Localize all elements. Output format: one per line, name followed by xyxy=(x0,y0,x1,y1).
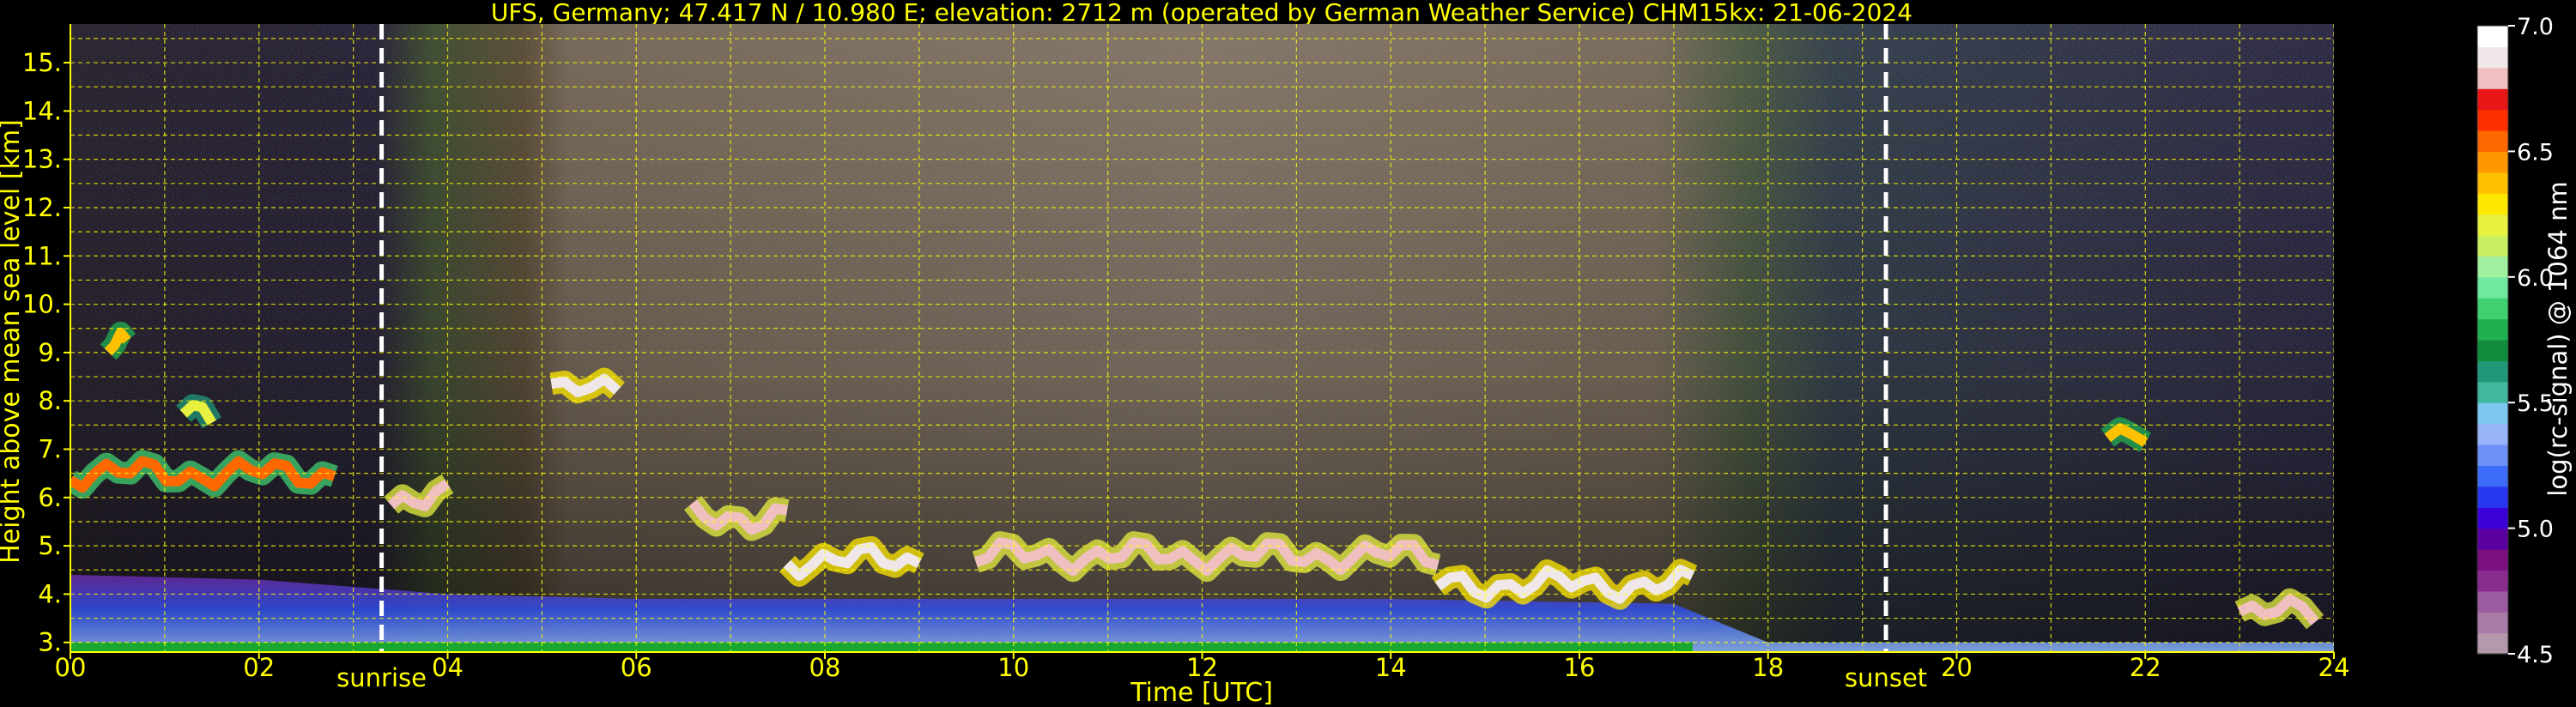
surface-layer xyxy=(70,642,1693,652)
event-label-sunset: sunset xyxy=(1845,663,1927,692)
y-tick-label: 7. xyxy=(38,435,62,464)
colorbar-tick-label: 4.5 xyxy=(2517,642,2554,668)
x-tick-label: 04 xyxy=(432,653,464,682)
plot-area xyxy=(70,24,2334,652)
colorbar-segment xyxy=(2477,570,2508,592)
colorbar-segment xyxy=(2477,465,2508,487)
colorbar-segment xyxy=(2477,360,2508,383)
x-tick-label: 08 xyxy=(809,653,841,682)
colorbar-segment xyxy=(2477,486,2508,508)
colorbar-segment xyxy=(2477,528,2508,550)
x-tick-label: 14 xyxy=(1375,653,1407,682)
colorbar-segment xyxy=(2477,130,2508,152)
y-tick-label: 9. xyxy=(38,338,62,367)
colorbar: 4.55.05.56.06.57.0 xyxy=(2476,14,2554,668)
colorbar-segment xyxy=(2477,88,2508,111)
y-tick-label: 10. xyxy=(22,290,62,319)
colorbar-tick-label: 6.5 xyxy=(2517,139,2554,166)
colorbar-segment xyxy=(2477,381,2508,403)
colorbar-tick-label: 5.0 xyxy=(2517,517,2554,543)
x-tick-label: 02 xyxy=(243,653,275,682)
y-axis-label: Height above mean sea level [km] xyxy=(0,119,26,564)
event-label-sunrise: sunrise xyxy=(336,663,427,692)
colorbar-segment xyxy=(2477,109,2508,131)
y-tick-label: 13. xyxy=(22,145,62,174)
x-tick-label: 22 xyxy=(2130,653,2161,682)
colorbar-segment xyxy=(2477,298,2508,320)
y-tick-label: 15. xyxy=(22,48,62,77)
y-axis: 3. 4. 5. 6. 7. 8. 9. 10. 11. 12. 13. 14. 15. xyxy=(22,24,71,657)
colorbar-segment xyxy=(2477,151,2508,173)
colorbar-segment xyxy=(2477,193,2508,215)
colorbar-tick-label: 7.0 xyxy=(2517,14,2554,40)
colorbar-segment xyxy=(2477,423,2508,445)
x-tick-label: 00 xyxy=(55,653,87,682)
colorbar-segment xyxy=(2477,214,2508,236)
colorbar-segment xyxy=(2477,549,2508,571)
x-tick-label: 06 xyxy=(621,653,652,682)
colorbar-label: log(rc-signal) @ 1064 nm xyxy=(2543,181,2573,496)
x-axis-label: Time [UTC] xyxy=(1130,678,1273,707)
colorbar-segment xyxy=(2477,256,2508,278)
x-tick-label: 20 xyxy=(1941,653,1973,682)
colorbar-segment xyxy=(2477,276,2508,299)
x-tick-label: 24 xyxy=(2318,653,2350,682)
x-tick-label: 18 xyxy=(1752,653,1784,682)
colorbar-segment xyxy=(2477,172,2508,194)
x-tick-label: 10 xyxy=(997,653,1029,682)
y-tick-label: 4. xyxy=(38,579,62,608)
y-tick-label: 6. xyxy=(38,483,62,512)
y-tick-label: 12. xyxy=(22,193,62,222)
colorbar-segment xyxy=(2477,67,2508,89)
colorbar-segment xyxy=(2477,318,2508,341)
colorbar-segment xyxy=(2477,26,2508,47)
colorbar-segment xyxy=(2477,402,2508,425)
chart-title: UFS, Germany; 47.417 N / 10.980 E; eleva… xyxy=(491,0,1912,27)
colorbar-segment xyxy=(2477,590,2508,613)
colorbar-segment xyxy=(2477,235,2508,257)
ceilometer-chart: UFS, Germany; 47.417 N / 10.980 E; eleva… xyxy=(0,0,2573,707)
colorbar-segment xyxy=(2477,444,2508,466)
y-tick-label: 8. xyxy=(38,386,62,415)
colorbar-segment xyxy=(2477,612,2508,634)
colorbar-segment xyxy=(2477,507,2508,529)
x-tick-label: 16 xyxy=(1564,653,1596,682)
y-tick-label: 3. xyxy=(38,628,62,657)
y-tick-label: 5. xyxy=(38,531,62,560)
colorbar-segment xyxy=(2477,340,2508,361)
y-tick-label: 11. xyxy=(22,241,62,270)
colorbar-segment xyxy=(2477,632,2508,655)
colorbar-segment xyxy=(2477,46,2508,69)
y-tick-label: 14. xyxy=(22,96,62,125)
